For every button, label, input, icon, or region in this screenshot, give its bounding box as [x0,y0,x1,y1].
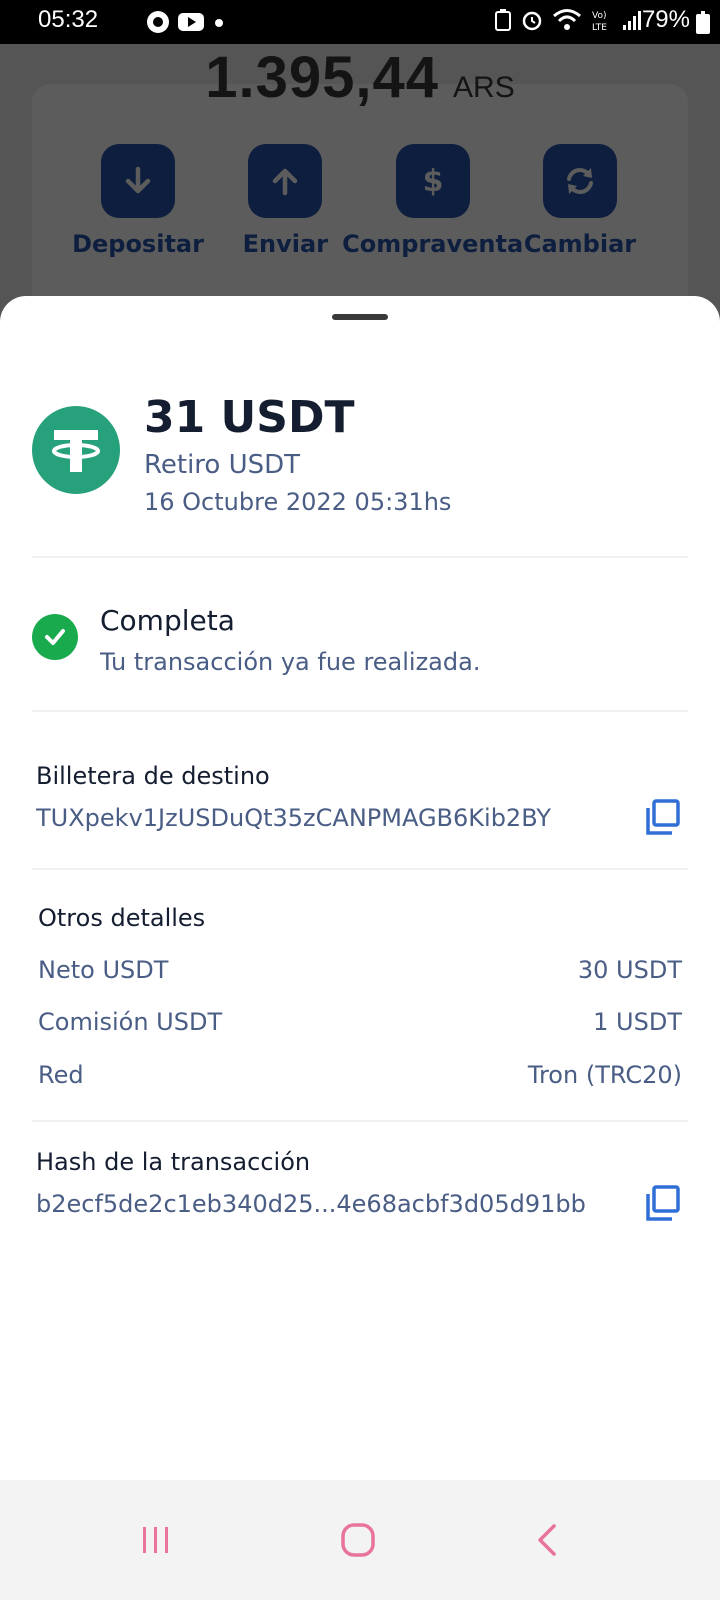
arrow-up-icon [273,168,298,196]
detail-key: Comisión USDT [38,1008,223,1036]
deposit-action[interactable]: Depositar [72,144,204,258]
transaction-hash: b2ecf5de2c1eb340d25...4e68acbf3d05d91bb [36,1190,586,1218]
detail-value: Tron (TRC20) [527,1061,682,1089]
buy-sell-button[interactable]: $ [395,144,470,218]
transaction-date: 16 Octubre 2022 05:31hs [144,488,452,516]
home-button[interactable] [326,1508,390,1572]
balance-amount: 1.395,44 [205,45,440,110]
transaction-status: Completa Tu transacción ya fue realizada… [32,598,688,698]
exchange-button[interactable] [542,144,617,218]
refresh-icon [566,168,593,194]
svg-text:LTE: LTE [592,23,607,32]
volte-icon: Vo) LTE [590,8,614,36]
wallet-address: TUXpekv1JzUSDuQt35zCANPMAGB6Kib2BY [36,804,552,832]
sheet-drag-handle[interactable] [332,314,388,320]
balance-currency: ARS [453,71,515,104]
status-subtitle: Tu transacción ya fue realizada. [100,648,481,676]
buy-sell-label: Compraventa [342,230,524,258]
hash-label: Hash de la transacción [36,1148,311,1176]
back-button[interactable] [516,1508,580,1572]
copy-icon [646,1185,680,1221]
signal-icon [622,9,644,35]
tether-logo-icon [32,406,120,494]
back-icon [538,1524,556,1556]
recent-apps-button[interactable] [124,1508,188,1572]
status-title: Completa [100,604,235,637]
detail-row: Neto USDT 30 USDT [38,956,682,996]
svg-text:Vo): Vo) [592,11,606,21]
transaction-type: Retiro USDT [144,450,301,480]
copy-icon [646,799,680,835]
wifi-icon [552,8,582,36]
svg-text:$: $ [422,164,443,199]
detail-row: Red Tron (TRC20) [38,1061,682,1101]
transaction-amount: 31 USDT [144,392,355,443]
detail-key: Red [38,1061,84,1089]
wallet-label: Billetera de destino [36,762,270,790]
deposit-button[interactable] [101,144,175,218]
arrow-down-icon [125,166,151,194]
dot-icon [212,15,226,34]
divider [32,556,688,558]
check-icon [32,614,78,660]
transaction-detail-sheet: 31 USDT Retiro USDT 16 Octubre 2022 05:3… [0,296,720,1480]
detail-value: 1 USDT [593,1008,682,1036]
divider [32,868,688,870]
exchange-action[interactable]: Cambiar [516,144,644,258]
youtube-icon [178,12,204,36]
copy-wallet-button[interactable] [642,798,682,838]
status-time: 05:32 [38,6,99,33]
buy-sell-action[interactable]: $ Compraventa [342,144,523,258]
battery-saver-icon [494,9,512,35]
deposit-label: Depositar [72,230,204,258]
status-bar: 05:32 Vo) LTE 79% [0,0,720,44]
dollar-icon: $ [422,164,443,199]
detail-value: 30 USDT [577,956,682,984]
background-dimmed-area: 1.395,44 ARS Depositar Enviar $ Compraven… [0,44,720,330]
recent-apps-icon [143,1527,168,1553]
send-label: Enviar [242,230,329,258]
divider [32,710,688,712]
exchange-label: Cambiar [523,230,637,258]
other-details-label: Otros detalles [38,904,206,932]
app-notification-icon [146,10,170,38]
transaction-header: 31 USDT Retiro USDT 16 Octubre 2022 05:3… [32,392,688,520]
battery-icon [696,11,710,34]
detail-row: Comisión USDT 1 USDT [38,1008,682,1048]
copy-hash-button[interactable] [642,1184,682,1224]
detail-key: Neto USDT [38,956,169,984]
send-action[interactable]: Enviar [221,144,349,258]
send-button[interactable] [248,144,323,218]
battery-percent: 79% [641,6,690,33]
divider [32,1120,688,1122]
home-icon [341,1523,375,1557]
system-navigation-bar [0,1480,720,1600]
alarm-icon [520,8,544,36]
